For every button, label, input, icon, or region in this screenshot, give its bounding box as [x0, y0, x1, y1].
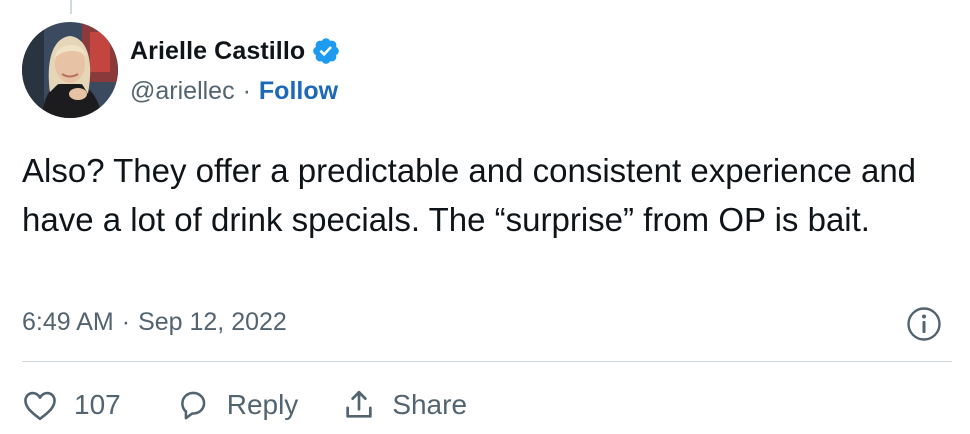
- heart-icon: [24, 391, 56, 421]
- like-count: 107: [74, 389, 121, 420]
- reply-bubble-icon: [180, 391, 206, 420]
- info-icon[interactable]: [906, 306, 942, 342]
- divider: [22, 361, 952, 362]
- author-handle[interactable]: @ariellec: [130, 77, 235, 106]
- reply-label: Reply: [226, 389, 299, 420]
- tweet-date: Sep 12, 2022: [138, 307, 287, 336]
- author-handle-row: @ariellec · Follow: [130, 76, 338, 106]
- tweet-time: 6:49 AM: [22, 307, 114, 336]
- verified-badge-icon: [313, 38, 340, 64]
- reply-button[interactable]: Reply: [175, 388, 299, 422]
- thread-connector-line: [70, 0, 72, 14]
- avatar[interactable]: [22, 22, 118, 118]
- tweet-timestamp[interactable]: 6:49 AM · Sep 12, 2022: [22, 304, 287, 340]
- avatar-image: [22, 22, 118, 118]
- like-button[interactable]: 107: [22, 389, 121, 421]
- author-display-name[interactable]: Arielle Castillo: [130, 37, 305, 66]
- follow-button[interactable]: Follow: [259, 77, 338, 106]
- timestamp-separator: ·: [121, 307, 131, 336]
- tweet-actions: 107 Reply Share: [22, 385, 467, 425]
- share-button[interactable]: Share: [342, 388, 467, 422]
- tweet-text: Also? They offer a predictable and consi…: [22, 152, 917, 238]
- share-icon: [346, 390, 372, 418]
- handle-separator: ·: [242, 76, 251, 105]
- author-name-row: Arielle Castillo: [130, 36, 341, 66]
- share-label: Share: [392, 389, 468, 420]
